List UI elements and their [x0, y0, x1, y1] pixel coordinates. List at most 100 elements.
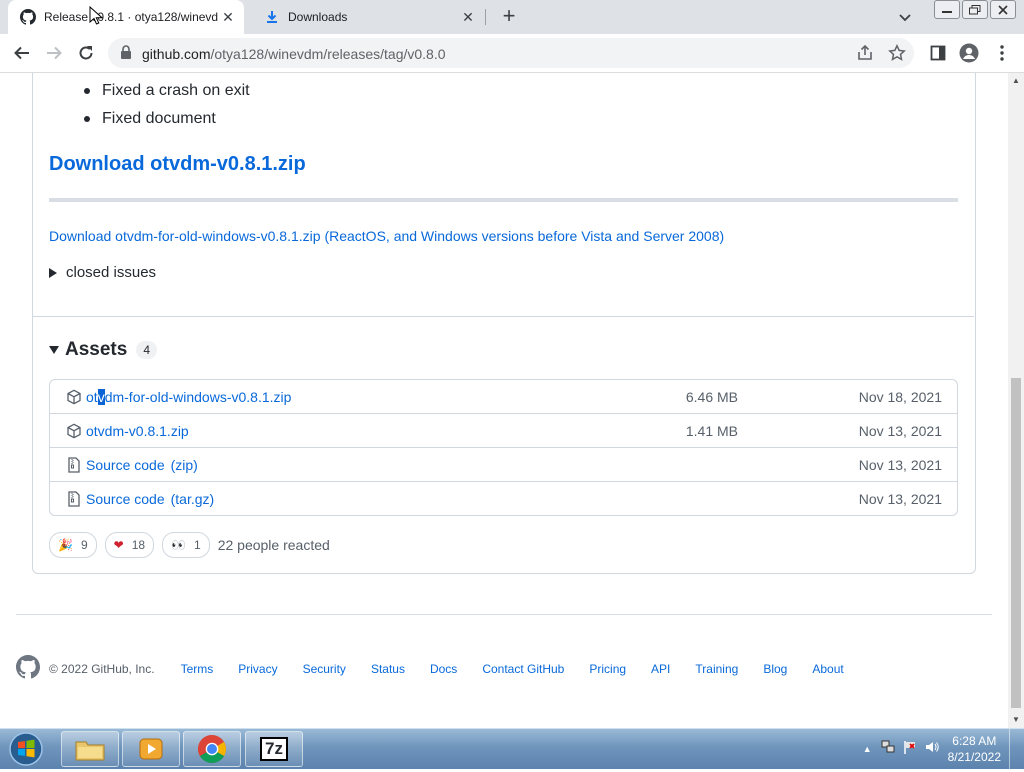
assets-list: otvdm-for-old-windows-v0.8.1.zip 6.46 MB…: [49, 379, 958, 516]
bookmark-star-icon[interactable]: [888, 44, 906, 62]
lock-icon[interactable]: [120, 45, 132, 65]
file-zip-icon: [66, 457, 82, 473]
url-domain: github.com: [142, 46, 211, 62]
footer-copyright: © 2022 GitHub, Inc.: [49, 661, 155, 676]
address-bar[interactable]: github.com/otya128/winevdm/releases/tag/…: [108, 38, 914, 68]
clock[interactable]: 6:28 AM 8/21/2022: [948, 733, 1001, 765]
action-center-flag-icon[interactable]: [902, 739, 918, 760]
package-icon: [66, 389, 82, 405]
asset-row: Source code (zip) Nov 13, 2021: [50, 447, 957, 481]
footer-link-privacy[interactable]: Privacy: [238, 662, 277, 676]
asset-date: Nov 13, 2021: [858, 423, 942, 439]
asset-ext: (tar.gz): [170, 491, 215, 507]
footer-link-pricing[interactable]: Pricing: [589, 662, 626, 676]
scroll-up-arrow-icon[interactable]: ▲: [1012, 76, 1020, 85]
footer-link-security[interactable]: Security: [303, 662, 346, 676]
tab-release[interactable]: Release v0.8.1 · otya128/winevdm ✕: [8, 0, 244, 34]
share-icon[interactable]: [856, 44, 874, 62]
asset-name-part: ot: [86, 389, 98, 405]
package-icon: [66, 423, 82, 439]
reaction-count: 9: [80, 538, 88, 552]
show-hidden-icons-arrow-icon[interactable]: ▲: [863, 744, 872, 754]
reload-icon[interactable]: [75, 42, 97, 64]
chrome-icon[interactable]: [183, 731, 241, 767]
download-main-link[interactable]: Download otvdm-v0.8.1.zip: [49, 153, 306, 176]
asset-link[interactable]: otvdm-v0.8.1.zip: [86, 423, 189, 439]
scrollbar-thumb[interactable]: [1011, 378, 1021, 708]
back-arrow-icon[interactable]: [11, 42, 33, 64]
footer-link-terms[interactable]: Terms: [181, 662, 214, 676]
profile-avatar-icon[interactable]: [958, 42, 980, 64]
close-tab-icon[interactable]: ✕: [458, 7, 478, 27]
file-zip-icon: [66, 491, 82, 507]
details-label: closed issues: [66, 264, 157, 281]
tab-downloads[interactable]: Downloads ✕: [252, 0, 484, 34]
download-old-windows-link[interactable]: Download otvdm-for-old-windows-v0.8.1.zi…: [49, 228, 724, 244]
closed-issues-summary[interactable]: closed issues: [49, 264, 156, 281]
browser-toolbar: github.com/otya128/winevdm/releases/tag/…: [0, 34, 1024, 73]
reaction-heart-button[interactable]: ❤ 18: [104, 532, 155, 558]
browser-menu-icon[interactable]: [991, 42, 1013, 64]
hooray-icon: 🎉: [58, 538, 73, 552]
file-explorer-icon[interactable]: [61, 731, 119, 767]
list-item: Fixed a crash on exit: [49, 77, 250, 105]
footer-link-docs[interactable]: Docs: [430, 662, 457, 676]
footer-link-training[interactable]: Training: [695, 662, 738, 676]
collapse-triangle-icon: [49, 346, 59, 354]
media-player-icon[interactable]: [122, 731, 180, 767]
reaction-count: 1: [194, 538, 201, 552]
new-tab-button[interactable]: +: [498, 5, 520, 28]
start-button[interactable]: [4, 731, 48, 767]
asset-date: Nov 13, 2021: [858, 457, 942, 473]
asset-size: 1.41 MB: [685, 423, 738, 439]
assets-toggle[interactable]: Assets 4: [49, 339, 158, 361]
asset-row: otvdm-v0.8.1.zip 1.41 MB Nov 13, 2021: [50, 413, 957, 447]
restore-button[interactable]: [962, 0, 988, 19]
reaction-eyes-button[interactable]: 👀 1: [162, 532, 210, 558]
asset-name: Source code: [86, 457, 165, 473]
asset-row: Source code (tar.gz) Nov 13, 2021: [50, 481, 957, 515]
forward-arrow-icon[interactable]: [43, 42, 65, 64]
footer-link-contact[interactable]: Contact GitHub: [482, 662, 564, 676]
footer-link-about[interactable]: About: [812, 662, 843, 676]
window-controls: [934, 0, 1016, 19]
github-icon: [20, 9, 36, 25]
clock-time: 6:28 AM: [952, 734, 997, 748]
page-scrollbar[interactable]: ▲ ▼: [1008, 73, 1024, 728]
github-logo-icon[interactable]: [16, 655, 41, 682]
network-icon[interactable]: [880, 739, 896, 760]
footer-link-api[interactable]: API: [651, 662, 670, 676]
close-window-button[interactable]: [990, 0, 1016, 19]
list-item-text: Fixed document: [102, 110, 216, 127]
mouse-cursor-icon: [89, 5, 104, 31]
page-viewport: Fixed a crash on exit Fixed document Dow…: [0, 73, 1008, 728]
asset-date: Nov 18, 2021: [858, 389, 942, 405]
reaction-hooray-button[interactable]: 🎉 9: [49, 532, 97, 558]
asset-date: Nov 13, 2021: [858, 491, 942, 507]
download-icon: [264, 9, 280, 25]
footer-link-status[interactable]: Status: [371, 662, 405, 676]
text-selection: v: [97, 389, 105, 405]
reactions-summary: 22 people reacted: [217, 537, 330, 553]
card-divider: [33, 316, 974, 317]
asset-link[interactable]: Source code (zip): [86, 457, 198, 473]
volume-icon[interactable]: [924, 739, 940, 760]
asset-row: otvdm-for-old-windows-v0.8.1.zip 6.46 MB…: [50, 380, 957, 413]
asset-link[interactable]: otvdm-for-old-windows-v0.8.1.zip: [86, 389, 291, 405]
asset-size: 6.46 MB: [685, 389, 738, 405]
eyes-icon: 👀: [171, 538, 187, 552]
show-desktop-button[interactable]: [1009, 729, 1024, 769]
minimize-button[interactable]: [934, 0, 960, 19]
expand-triangle-icon: [49, 267, 57, 278]
asset-link[interactable]: Source code (tar.gz): [86, 491, 214, 507]
asset-name-part: dm-for-old-windows-v0.8.1.zip: [104, 389, 292, 405]
tab-title: Release v0.8.1 · otya128/winevdm: [44, 10, 218, 24]
scroll-down-arrow-icon[interactable]: ▼: [1012, 715, 1020, 724]
tab-divider: [485, 9, 486, 25]
tab-search-chevron-icon[interactable]: [896, 8, 914, 26]
close-tab-icon[interactable]: ✕: [218, 7, 238, 27]
side-panel-icon[interactable]: [927, 42, 949, 64]
asset-name: Source code: [86, 491, 165, 507]
7zip-icon[interactable]: 7z: [245, 731, 303, 767]
footer-link-blog[interactable]: Blog: [763, 662, 787, 676]
